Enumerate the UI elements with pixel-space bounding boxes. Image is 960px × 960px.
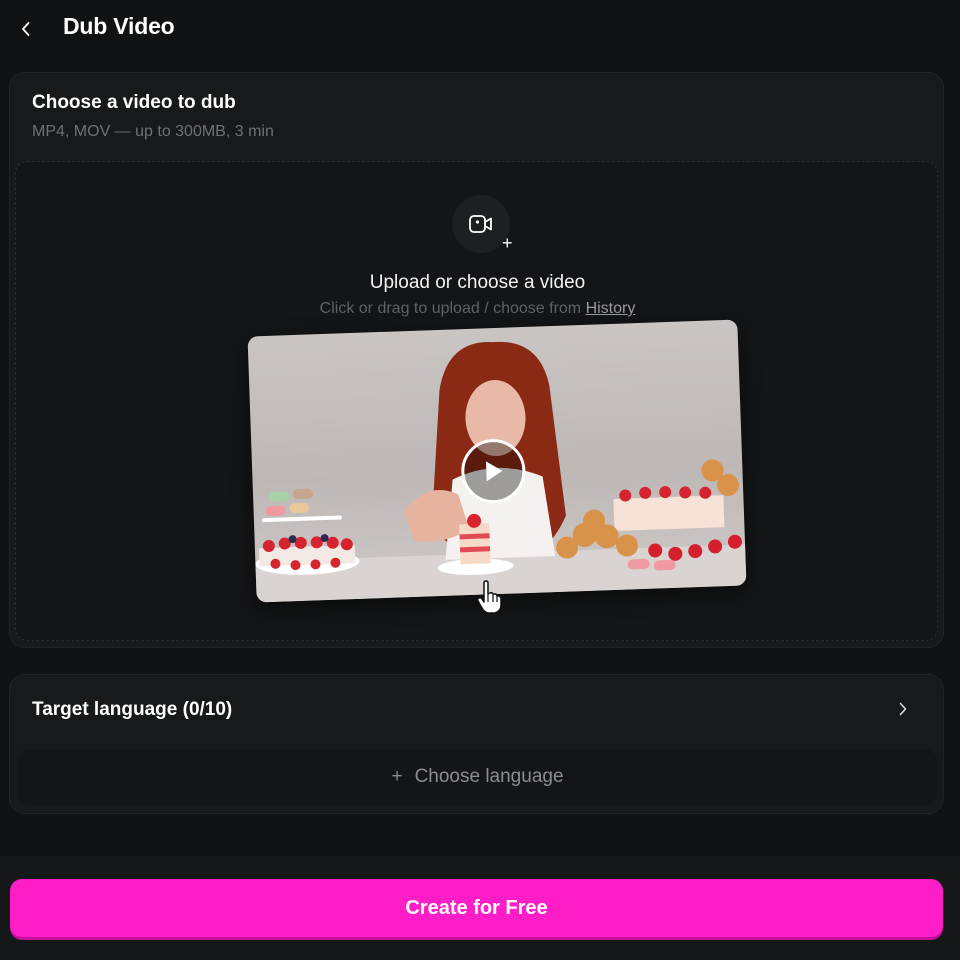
target-language-card: Target language (0/10) + Choose language	[9, 674, 944, 814]
choose-language-label: Choose language	[414, 766, 564, 787]
video-upload-card: Choose a video to dub MP4, MOV — up to 3…	[9, 72, 944, 648]
footer-bar: Create for Free	[0, 856, 960, 960]
video-format-hint: MP4, MOV — up to 300MB, 3 min	[32, 123, 274, 140]
history-link[interactable]: History	[586, 300, 636, 317]
upload-hint: Click or drag to upload / choose from Hi…	[16, 300, 939, 318]
sample-video-thumbnail[interactable]	[247, 319, 747, 603]
upload-title: Upload or choose a video	[369, 272, 586, 293]
plus-icon: +	[391, 766, 403, 787]
chevron-right-icon	[899, 702, 907, 716]
page-title: Dub Video	[63, 13, 175, 39]
plus-icon: +	[502, 233, 513, 253]
upload-hint-text: Click or drag to upload / choose from	[319, 300, 586, 317]
play-icon	[486, 461, 503, 482]
target-language-title: Target language (0/10)	[32, 699, 233, 720]
header-bar: Dub Video	[0, 0, 960, 58]
create-for-free-button[interactable]: Create for Free	[10, 879, 943, 937]
video-camera-icon	[469, 215, 492, 233]
back-button[interactable]	[14, 16, 38, 42]
language-expand-button[interactable]	[893, 699, 913, 719]
hand-cursor-icon	[476, 580, 502, 614]
video-section-title: Choose a video to dub	[32, 92, 236, 113]
video-dropzone[interactable]: + Upload or choose a video Click or drag…	[15, 161, 938, 641]
choose-language-button[interactable]: + Choose language	[18, 749, 937, 805]
chevron-left-icon	[22, 22, 30, 36]
